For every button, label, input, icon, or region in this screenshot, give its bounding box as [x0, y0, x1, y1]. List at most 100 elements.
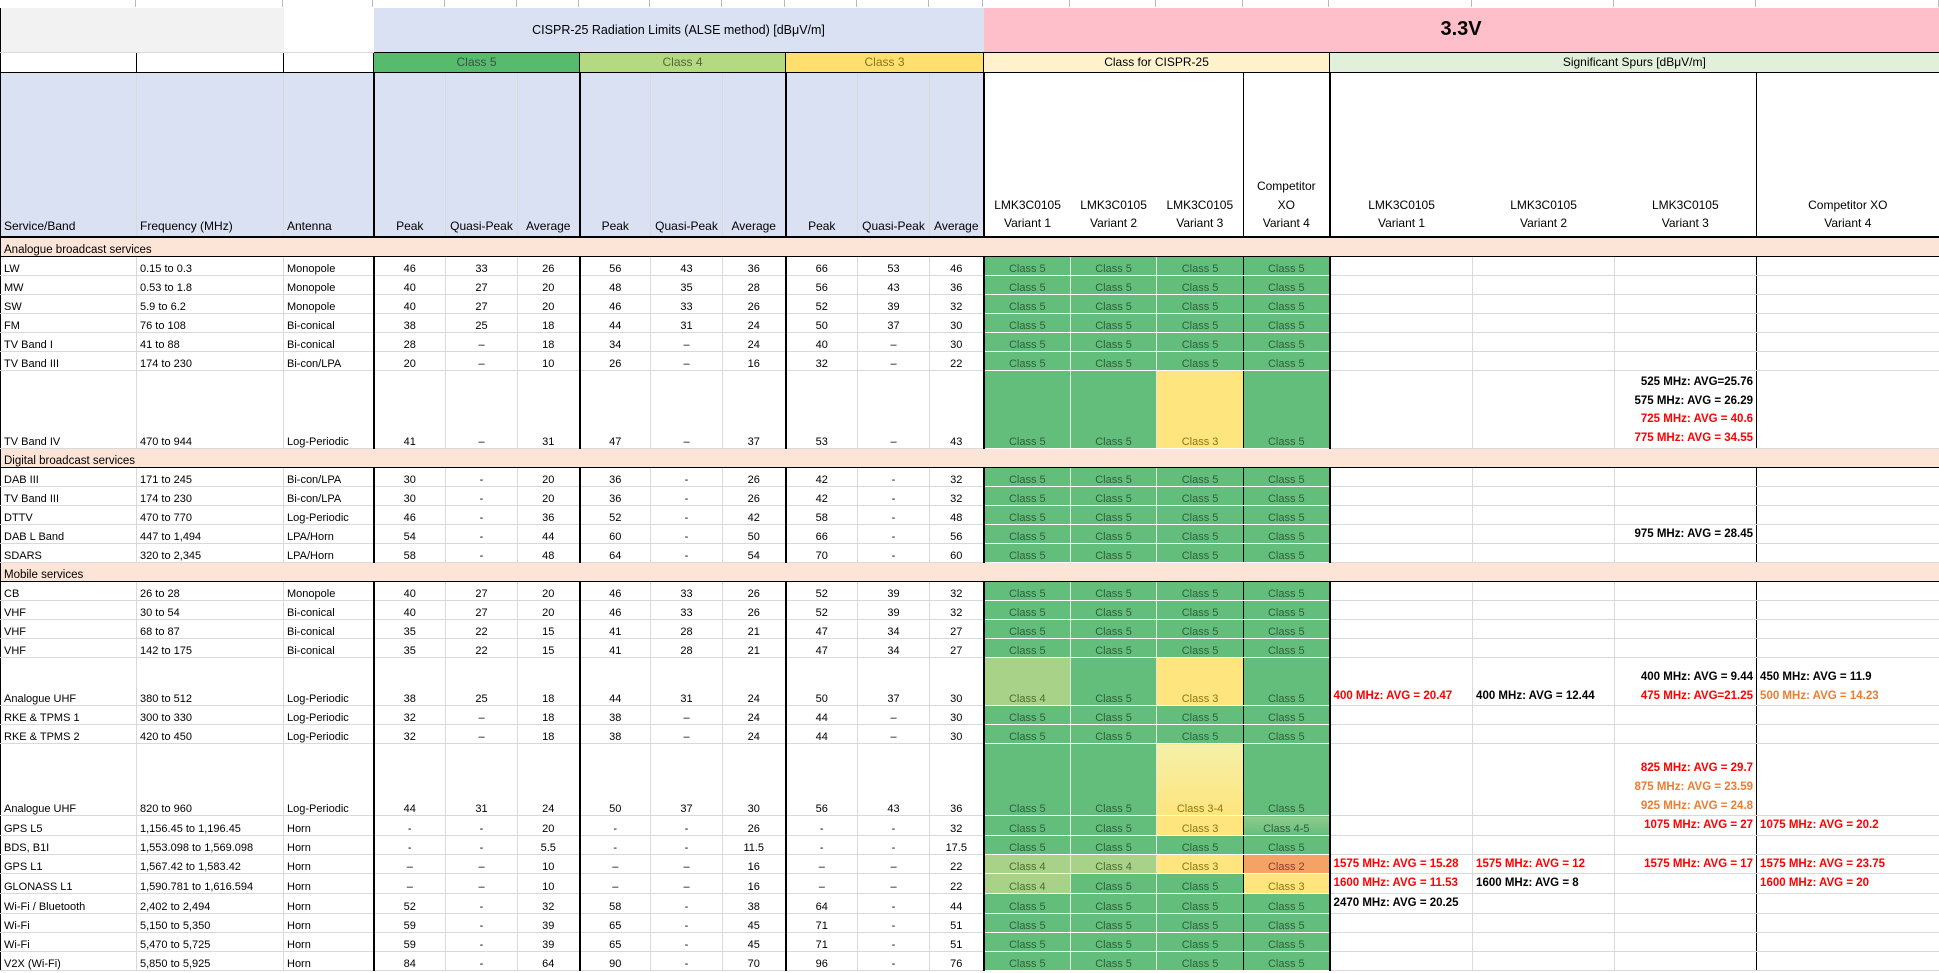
cell-limit[interactable]: –	[858, 874, 930, 894]
cell-limit[interactable]: 64	[786, 894, 858, 914]
cell-limit[interactable]: 24	[723, 725, 786, 744]
cell-spurs[interactable]	[1473, 932, 1615, 951]
cell-limit[interactable]: 30	[723, 744, 786, 816]
cell-spurs[interactable]	[1615, 486, 1757, 505]
cell-spurs[interactable]	[1615, 601, 1757, 620]
cell-class[interactable]: Class 5	[1157, 505, 1244, 524]
cell-service[interactable]: MW	[1, 275, 137, 294]
cell-frequency[interactable]: 2,402 to 2,494	[137, 894, 284, 914]
cell-class[interactable]: Class 3	[1157, 658, 1244, 706]
cell-spurs[interactable]	[1615, 620, 1757, 639]
cell-spurs[interactable]	[1615, 725, 1757, 744]
cell-frequency[interactable]: 5,470 to 5,725	[137, 932, 284, 951]
cell-antenna[interactable]: Bi-con/LPA	[284, 486, 374, 505]
cell-limit[interactable]: 24	[723, 332, 786, 351]
cell-spurs[interactable]	[1615, 913, 1757, 932]
cell-limit[interactable]: 27	[446, 275, 518, 294]
cell-limit[interactable]: 24	[723, 658, 786, 706]
cell-limit[interactable]: 30	[930, 658, 984, 706]
cell-limit[interactable]: 59	[374, 932, 446, 951]
cell-class[interactable]: Class 4	[984, 874, 1071, 894]
cell-limit[interactable]: 70	[723, 951, 786, 970]
cell-class[interactable]: Class 5	[984, 913, 1071, 932]
cell-limit[interactable]: -	[858, 505, 930, 524]
cell-frequency[interactable]: 380 to 512	[137, 658, 284, 706]
cell-class[interactable]: Class 5	[1157, 582, 1244, 601]
cell-antenna[interactable]: Bi-conical	[284, 620, 374, 639]
cell-spurs[interactable]	[1330, 351, 1473, 370]
cell-limit[interactable]: 44	[930, 894, 984, 914]
cell-limit[interactable]: 48	[518, 544, 580, 563]
cell-class[interactable]: Class 5	[1157, 332, 1244, 351]
cell-class[interactable]: Class 5	[1157, 835, 1244, 854]
cell-limit[interactable]: 21	[723, 639, 786, 658]
cell-class[interactable]: Class 5	[1244, 256, 1330, 275]
cell-class[interactable]: Class 5	[1244, 505, 1330, 524]
cell-spurs[interactable]	[1473, 601, 1615, 620]
cell-antenna[interactable]: Bi-conical	[284, 313, 374, 332]
cell-limit[interactable]: 47	[786, 620, 858, 639]
cell-class[interactable]: Class 5	[1157, 725, 1244, 744]
cell-limit[interactable]: 20	[518, 486, 580, 505]
cell-limit[interactable]: –	[446, 706, 518, 725]
cell-class[interactable]: Class 5	[1071, 467, 1157, 486]
cell-limit[interactable]: 16	[723, 874, 786, 894]
cell-limit[interactable]: 26	[723, 486, 786, 505]
cell-limit[interactable]: –	[858, 706, 930, 725]
cell-spurs[interactable]	[1757, 524, 1939, 544]
cell-limit[interactable]: 51	[930, 932, 984, 951]
cell-frequency[interactable]: 300 to 330	[137, 706, 284, 725]
cell-limit[interactable]: 66	[786, 524, 858, 544]
cell-class[interactable]: Class 5	[984, 835, 1071, 854]
cell-limit[interactable]: 10	[518, 351, 580, 370]
cell-service[interactable]: Wi-Fi	[1, 932, 137, 951]
cell-spurs[interactable]	[1473, 639, 1615, 658]
cell-limit[interactable]: 34	[858, 639, 930, 658]
cell-class[interactable]: Class 5	[1071, 706, 1157, 725]
cell-class[interactable]: Class 5	[1071, 601, 1157, 620]
cell-limit[interactable]: 58	[580, 894, 651, 914]
cell-spurs[interactable]	[1757, 294, 1939, 313]
cell-class[interactable]: Class 5	[984, 486, 1071, 505]
cell-service[interactable]: GPS L1	[1, 854, 137, 874]
cell-limit[interactable]: -	[858, 486, 930, 505]
cell-limit[interactable]: 36	[723, 256, 786, 275]
cell-antenna[interactable]: LPA/Horn	[284, 524, 374, 544]
cell-service[interactable]: SW	[1, 294, 137, 313]
cell-limit[interactable]: 53	[786, 370, 858, 448]
cell-spurs[interactable]	[1757, 313, 1939, 332]
cell-limit[interactable]: 56	[786, 744, 858, 816]
cell-limit[interactable]: 30	[930, 332, 984, 351]
cell-service[interactable]: Wi-Fi / Bluetooth	[1, 894, 137, 914]
cell-class[interactable]: Class 5	[1071, 351, 1157, 370]
cell-class[interactable]: Class 3	[1157, 816, 1244, 836]
significant-spurs-header[interactable]: Significant Spurs [dBμV/m]	[1330, 52, 1939, 72]
cell-limit[interactable]: –	[446, 874, 518, 894]
cell-spurs[interactable]	[1757, 725, 1939, 744]
cell-limit[interactable]: –	[786, 854, 858, 874]
cell-class[interactable]: Class 5	[1071, 744, 1157, 816]
cell-limit[interactable]: -	[858, 951, 930, 970]
cell-limit[interactable]: 28	[651, 620, 723, 639]
cell-class[interactable]: Class 5	[984, 744, 1071, 816]
cell-limit[interactable]: 32	[374, 706, 446, 725]
cell-service[interactable]: DAB L Band	[1, 524, 137, 544]
cell-limit[interactable]: 27	[446, 601, 518, 620]
cell-frequency[interactable]: 30 to 54	[137, 601, 284, 620]
cell-spurs[interactable]: 975 MHz: AVG = 28.45	[1615, 524, 1757, 544]
cell-limit[interactable]: 38	[723, 894, 786, 914]
cell-spurs[interactable]	[1330, 951, 1473, 970]
cell-limit[interactable]: 10	[518, 874, 580, 894]
cell-spurs[interactable]: 1575 MHz: AVG = 23.75	[1757, 854, 1939, 874]
cell-limit[interactable]: 20	[518, 275, 580, 294]
cell-class[interactable]: Class 5	[1071, 505, 1157, 524]
cell-limit[interactable]: 18	[518, 725, 580, 744]
cell-limit[interactable]: 54	[374, 524, 446, 544]
cell-frequency[interactable]: 0.53 to 1.8	[137, 275, 284, 294]
cell-service[interactable]: LW	[1, 256, 137, 275]
cell-limit[interactable]: -	[651, 524, 723, 544]
cell-limit[interactable]: 28	[374, 332, 446, 351]
cell-limit[interactable]: 32	[518, 894, 580, 914]
cell-limit[interactable]: 32	[930, 294, 984, 313]
cell-limit[interactable]: 50	[580, 744, 651, 816]
